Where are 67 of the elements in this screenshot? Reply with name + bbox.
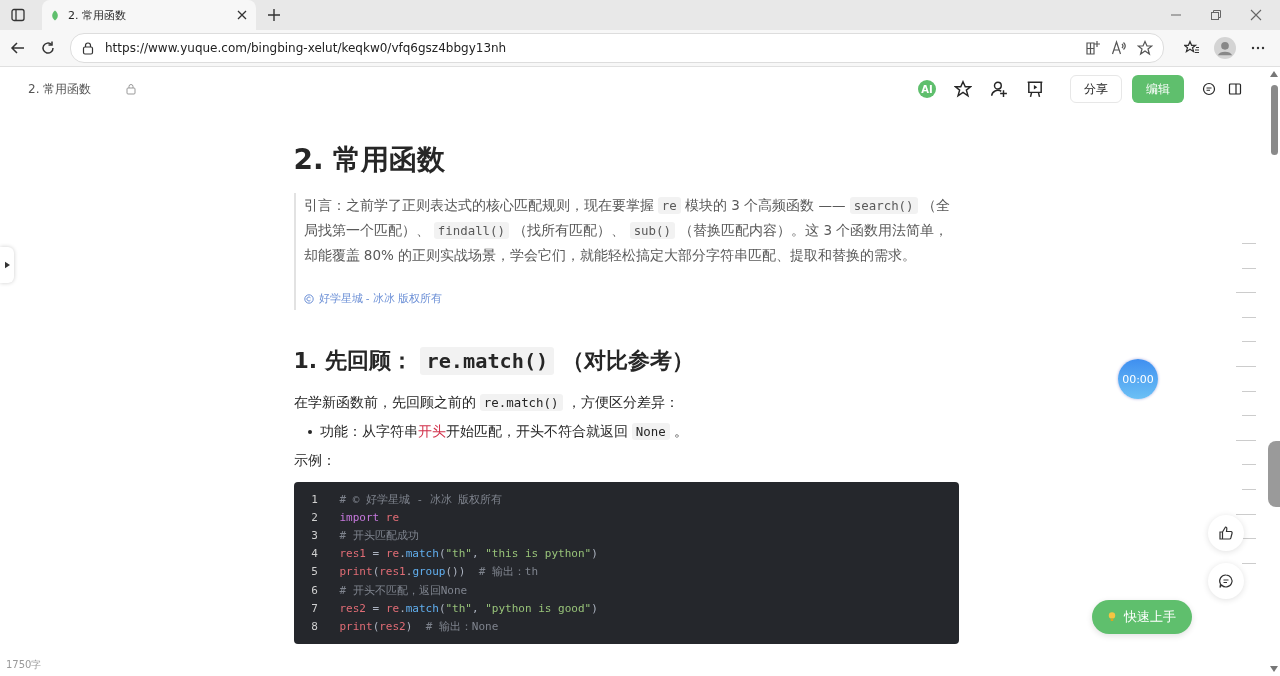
- ai-badge[interactable]: AI: [918, 80, 936, 98]
- expand-tab[interactable]: [0, 247, 14, 283]
- star-icon[interactable]: [1137, 40, 1153, 56]
- browser-tab[interactable]: 2. 常用函数: [42, 0, 256, 30]
- example-label: 示例：: [293, 451, 337, 470]
- star-icon[interactable]: [954, 80, 972, 98]
- document-title: 2. 常用函数: [28, 80, 92, 98]
- tab-title: 2. 常用函数: [68, 7, 127, 23]
- section-heading: 1. 先回顾： re.match() （对比参考）: [293, 346, 695, 376]
- sidebar-icon[interactable]: [1228, 82, 1242, 96]
- read-aloud-icon[interactable]: [1111, 40, 1127, 56]
- code-line: # © 好学星城 - 冰冰 版权所有: [338, 491, 503, 507]
- word-count: 1750字: [6, 658, 42, 672]
- scroll-down-icon[interactable]: [1270, 666, 1278, 672]
- url-text: https://www.yuque.com/bingbing-xelut/keqkw0/vfq6gsz4bbgy13nh: [105, 41, 507, 55]
- copyright-icon: [303, 294, 314, 304]
- line-number: 8: [310, 619, 319, 633]
- caret-icon: [4, 261, 10, 269]
- code-line: import re: [338, 510, 400, 524]
- presentation-icon[interactable]: [1026, 80, 1044, 98]
- grid-plus-icon[interactable]: [1085, 40, 1101, 56]
- avatar-icon[interactable]: [1214, 37, 1236, 59]
- page-heading: 2. 常用函数: [293, 142, 447, 178]
- add-user-icon[interactable]: [990, 80, 1008, 98]
- line-number: 2: [310, 510, 319, 524]
- code-line: print(res1.group()) # 输出：th: [338, 564, 539, 580]
- comment-button[interactable]: [1208, 563, 1244, 599]
- copyright-text: 好学星城 - 冰冰 版权所有: [318, 292, 443, 306]
- bullet-text: 功能：从字符串开头开始匹配，开头不符合就返回 None 。: [319, 422, 688, 442]
- comment-icon: [1218, 573, 1234, 589]
- timer-badge[interactable]: 00:00: [1118, 359, 1158, 399]
- tab-actions-icon[interactable]: [10, 7, 26, 23]
- lock-icon: [125, 83, 138, 95]
- code-line: res2 = re.match("th", "python is good"): [338, 601, 598, 615]
- intro-paragraph: 引言：之前学了正则表达式的核心匹配规则，现在要掌握 re 模块的 3 个高频函数 —— search() （全局找第一个匹配）、 findall() （找所有匹配）、 sub() （替换匹配内容）。这 3 个函数用法简单，却能覆盖 80% 的正则实战场景，学会它们，就能轻松搞定大部分字符串匹配、提取和替换的需求。: [303, 196, 951, 265]
- code-line: res1 = re.match("th", "this is python"): [338, 547, 598, 561]
- drawer-handle[interactable]: [1268, 441, 1280, 507]
- scroll-up-icon[interactable]: [1270, 71, 1278, 77]
- comment-icon[interactable]: [1202, 82, 1216, 96]
- quick-start-button[interactable]: 快速上手: [1092, 600, 1192, 634]
- refresh-icon[interactable]: [40, 40, 56, 56]
- new-tab-icon[interactable]: [266, 7, 282, 23]
- lightbulb-icon: [1108, 611, 1116, 623]
- line-number: 4: [310, 547, 319, 561]
- code-line: # 开头不匹配，返回None: [338, 582, 468, 598]
- line-number: 6: [310, 583, 319, 597]
- body-paragraph: 在学新函数前，先回顾之前的 re.match() ，方便区分差异：: [293, 393, 680, 413]
- code-line: # 开头匹配成功: [338, 527, 419, 543]
- edit-button[interactable]: 编辑: [1132, 75, 1184, 103]
- share-button[interactable]: 分享: [1070, 75, 1122, 103]
- line-number: 3: [310, 528, 319, 542]
- back-icon[interactable]: [10, 40, 26, 56]
- restore-icon[interactable]: [1210, 9, 1222, 21]
- thumbs-up-icon: [1218, 525, 1234, 541]
- leaf-icon: [50, 8, 60, 22]
- close-icon[interactable]: [236, 9, 248, 21]
- line-number: 5: [310, 565, 319, 579]
- close-window-icon[interactable]: [1250, 9, 1262, 21]
- like-button[interactable]: [1208, 515, 1244, 551]
- scrollbar-thumb[interactable]: [1270, 85, 1278, 155]
- address-bar[interactable]: https://www.yuque.com/bingbing-xelut/keqkw0/vfq6gsz4bbgy13nh: [70, 33, 1164, 63]
- bullet-icon: [307, 429, 312, 434]
- lock-icon: [81, 41, 95, 55]
- favorites-icon[interactable]: [1184, 40, 1200, 56]
- code-line: print(res2) # 输出：None: [338, 618, 499, 634]
- line-number: 1: [310, 492, 319, 506]
- line-number: 7: [310, 601, 319, 615]
